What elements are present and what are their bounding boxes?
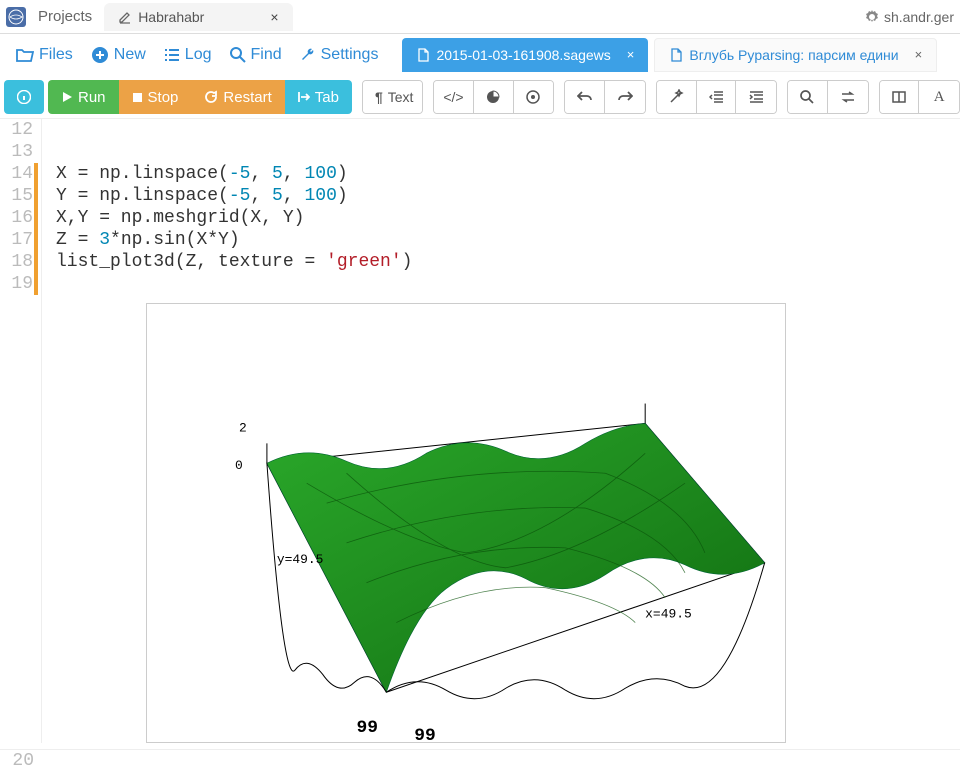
outdent-icon	[709, 91, 723, 103]
split-icon	[892, 91, 906, 103]
plus-circle-icon	[91, 46, 109, 64]
axis-end-1: 99	[357, 718, 379, 738]
list-icon	[164, 48, 180, 62]
font-icon: A	[934, 89, 945, 106]
run-button[interactable]: Run	[48, 80, 119, 114]
undo-icon	[577, 90, 593, 104]
wand-button[interactable]	[657, 81, 697, 113]
project-tab[interactable]: Habrahabr ×	[104, 3, 292, 31]
toolbar: Run Stop Restart Tab ¶Text </> A	[0, 76, 960, 119]
axis-end-2: 99	[414, 726, 436, 742]
tools-group	[656, 80, 777, 114]
undo-button[interactable]	[565, 81, 605, 113]
target-icon	[525, 89, 541, 105]
target-button[interactable]	[514, 81, 554, 113]
refresh-icon	[204, 90, 218, 104]
code-line: Y = np.linspace(-5, 5, 100)	[56, 185, 960, 207]
code-line	[56, 141, 960, 163]
indent-icon	[749, 91, 763, 103]
wrench-icon	[300, 47, 316, 63]
search-button[interactable]	[788, 81, 828, 113]
file-icon	[416, 48, 430, 62]
file-tabs: 2015-01-03-161908.sagews × Вглубь Pypars…	[402, 38, 937, 72]
redo-icon	[617, 90, 633, 104]
app-logo[interactable]	[6, 7, 26, 27]
code-line	[56, 273, 960, 295]
log-menu[interactable]: Log	[156, 40, 220, 70]
plot-output: 2 0 y=49.5 x=49.5 99 99	[146, 303, 786, 743]
code-line: list_plot3d(Z, texture = 'green')	[56, 251, 960, 273]
code-icon: </>	[443, 89, 463, 105]
outdent-button[interactable]	[697, 81, 737, 113]
search-icon	[800, 90, 814, 104]
code-line	[56, 119, 960, 141]
code-line: X = np.linspace(-5, 5, 100)	[56, 163, 960, 185]
search-group	[787, 80, 868, 114]
code-group: </>	[433, 80, 554, 114]
menu-bar: Files New Log Find Settings 2015-01-03-1…	[0, 34, 960, 76]
stop-icon	[132, 92, 143, 103]
close-icon[interactable]: ×	[627, 47, 635, 62]
folder-icon	[16, 47, 34, 63]
close-icon[interactable]: ×	[915, 47, 923, 62]
code-area[interactable]: X = np.linspace(-5, 5, 100) Y = np.linsp…	[42, 119, 960, 743]
bottom-line-number: 20	[0, 750, 42, 772]
view-group: A	[879, 80, 960, 114]
z-origin-label: 0	[235, 458, 243, 473]
file-tab-inactive[interactable]: Вглубь Pyparsing: парсим едини ×	[654, 38, 937, 72]
history-group	[564, 80, 645, 114]
indent-icon	[298, 91, 310, 103]
html-button[interactable]: </>	[434, 81, 474, 113]
indent-button[interactable]	[736, 81, 776, 113]
font-button[interactable]: A	[919, 81, 959, 113]
top-bar: Projects Habrahabr × sh.andr.ger	[0, 0, 960, 34]
x-axis-label: x=49.5	[645, 607, 692, 622]
r-button[interactable]	[474, 81, 514, 113]
code-line: Z = 3*np.sin(X*Y)	[56, 229, 960, 251]
stop-button[interactable]: Stop	[119, 80, 192, 114]
restart-button[interactable]: Restart	[191, 80, 284, 114]
format-group: ¶Text	[362, 80, 423, 114]
split-button[interactable]	[880, 81, 920, 113]
close-icon[interactable]: ×	[270, 9, 278, 25]
projects-link[interactable]: Projects	[32, 8, 98, 25]
redo-button[interactable]	[605, 81, 645, 113]
find-menu[interactable]: Find	[222, 40, 290, 70]
gear-icon	[864, 9, 880, 25]
search-icon	[230, 47, 246, 63]
swap-button[interactable]	[828, 81, 868, 113]
edit-icon	[118, 10, 132, 24]
files-menu[interactable]: Files	[8, 40, 81, 70]
settings-menu[interactable]: Settings	[292, 40, 387, 70]
file-icon	[669, 48, 683, 62]
cell-marker	[34, 163, 38, 295]
z-top-label: 2	[239, 420, 247, 435]
info-button[interactable]	[4, 80, 44, 114]
wand-icon	[668, 89, 684, 105]
code-editor[interactable]: 12 13 14 15 16 17 18 19 X = np.linspace(…	[0, 119, 960, 743]
project-tab-label: Habrahabr	[138, 9, 204, 25]
user-menu[interactable]: sh.andr.ger	[864, 9, 954, 25]
text-button[interactable]: ¶Text	[363, 81, 423, 113]
file-tab-active[interactable]: 2015-01-03-161908.sagews ×	[402, 38, 648, 72]
new-menu[interactable]: New	[83, 40, 154, 70]
info-icon	[17, 90, 31, 104]
pie-icon	[485, 89, 501, 105]
y-axis-label: y=49.5	[277, 552, 324, 567]
swap-icon	[841, 91, 855, 103]
play-icon	[61, 91, 73, 103]
tab-button[interactable]: Tab	[285, 80, 352, 114]
code-line: X,Y = np.meshgrid(X, Y)	[56, 207, 960, 229]
